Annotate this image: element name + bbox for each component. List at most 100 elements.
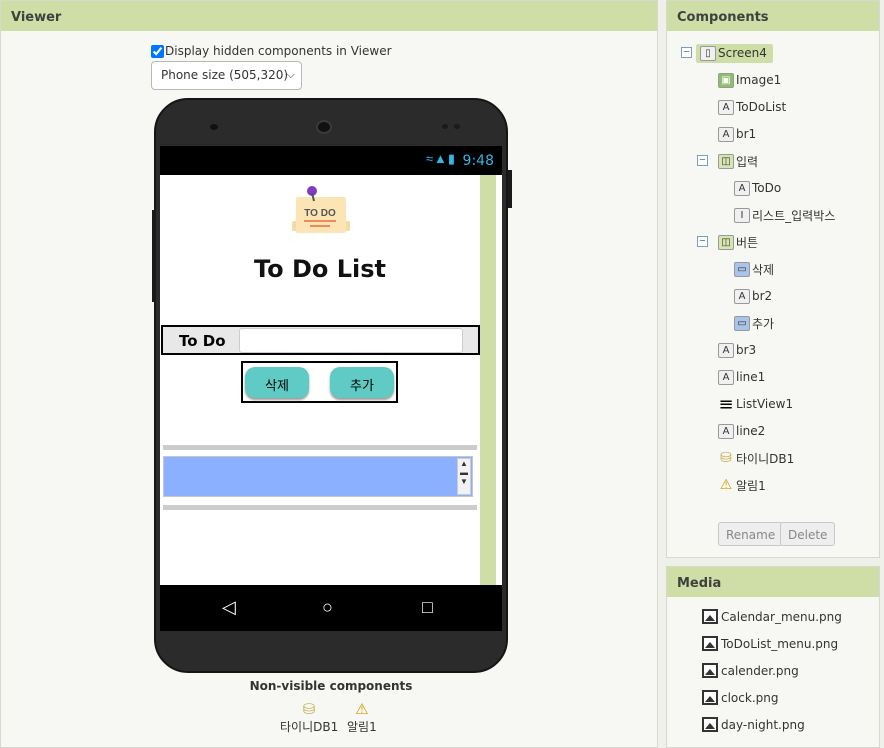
- listview-icon: ≡: [718, 393, 734, 415]
- media-file[interactable]: ToDoList_menu.png: [702, 636, 838, 651]
- tree-item-label: 리스트_입력박스: [752, 208, 836, 223]
- label-icon: A: [734, 288, 750, 304]
- tree-item[interactable]: ≡ ListView1: [718, 393, 794, 415]
- database-icon: ⛁: [720, 450, 732, 466]
- tree-item[interactable]: ▭ 추가: [734, 314, 774, 332]
- listview-scrollbar[interactable]: ▲ ▬ ▼: [457, 458, 471, 495]
- tree-item-label: 입력: [736, 154, 759, 169]
- nonvisible-label: 타이니DB1: [280, 720, 339, 734]
- button-icon: ▭: [734, 315, 750, 331]
- phone-size-value: Phone size (505,320): [161, 68, 289, 82]
- phone-screen: TO DO To Do List To Do 삭제 추가 ▲ ▬ ▼: [160, 175, 502, 585]
- tree-item-label: ListView1: [736, 397, 794, 411]
- tree-item-label: br1: [736, 127, 757, 141]
- collapse-toggle-icon[interactable]: −: [697, 236, 708, 247]
- tree-item[interactable]: ▣ Image1: [718, 71, 781, 89]
- nonvisible-tinydb[interactable]: ⛁ 타이니DB1: [280, 700, 338, 735]
- warning-icon: ⚠: [719, 477, 733, 493]
- todo-image-text: TO DO: [304, 208, 336, 219]
- tree-item-label: 삭제: [752, 262, 775, 277]
- image-icon: ▣: [718, 72, 734, 88]
- collapse-toggle-icon[interactable]: −: [681, 47, 692, 58]
- sensor-icon: [442, 124, 448, 129]
- display-hidden-checkbox[interactable]: Display hidden components in Viewer: [151, 44, 392, 58]
- tree-item-label: line1: [736, 370, 766, 384]
- media-file[interactable]: calender.png: [702, 663, 799, 678]
- todo-label: To Do: [179, 332, 226, 350]
- add-button[interactable]: 추가: [330, 367, 394, 398]
- status-bar: ≈▲▮ 9:48: [160, 146, 502, 175]
- label-icon: A: [718, 99, 734, 115]
- phone-side-button: [508, 170, 512, 208]
- tree-item[interactable]: ▯ Screen4: [696, 43, 773, 63]
- database-icon: ⛁: [302, 700, 316, 718]
- arrangement-icon: ◫: [718, 234, 734, 250]
- tree-item[interactable]: Aline2: [718, 422, 765, 440]
- nonvisible-notifier[interactable]: ⚠ 알림1: [347, 700, 377, 735]
- tree-item[interactable]: A ToDo: [734, 179, 781, 197]
- image-file-icon: [702, 717, 718, 732]
- todo-list-title: To Do List: [253, 255, 387, 283]
- media-title: Media: [667, 567, 879, 597]
- rename-button[interactable]: Rename: [718, 522, 784, 546]
- input-arrangement: To Do: [161, 325, 480, 355]
- media-file-label: Calendar_menu.png: [721, 609, 842, 624]
- tree-item[interactable]: ◫ 입력: [718, 152, 758, 170]
- components-title: Components: [667, 1, 879, 31]
- tree-item[interactable]: ▭ 삭제: [734, 260, 774, 278]
- collapse-toggle-icon[interactable]: −: [697, 155, 708, 166]
- recents-icon[interactable]: □: [422, 597, 433, 618]
- phone-top-bezel: [156, 100, 506, 146]
- delete-button[interactable]: 삭제: [245, 367, 309, 398]
- image-file-icon: [702, 690, 718, 705]
- nonvisible-label: 알림1: [347, 720, 377, 734]
- button-arrangement: 삭제 추가: [241, 361, 398, 403]
- button-icon: ▭: [734, 261, 750, 277]
- media-file[interactable]: day-night.png: [702, 717, 805, 732]
- tree-item[interactable]: Abr2: [734, 287, 772, 305]
- tree-item-label: line2: [736, 424, 766, 438]
- tree-item[interactable]: A ToDoList: [718, 98, 786, 116]
- viewer-title: Viewer: [1, 1, 657, 31]
- tree-item[interactable]: Abr1: [718, 125, 756, 143]
- todo-image[interactable]: TO DO: [288, 185, 352, 245]
- tree-item-label: br2: [752, 289, 773, 303]
- display-hidden-checkbox-input[interactable]: [151, 44, 164, 58]
- tree-item[interactable]: Abr3: [718, 341, 756, 359]
- tree-item-label: 추가: [752, 316, 775, 331]
- wifi-signal-battery-icons: ≈▲▮: [425, 151, 456, 166]
- media-file[interactable]: Calendar_menu.png: [702, 609, 842, 624]
- delete-component-button[interactable]: Delete: [780, 522, 836, 546]
- navigation-bar: ◁ ○ □: [160, 585, 502, 631]
- tree-item-label: 알림1: [736, 478, 766, 493]
- tree-item-label: Image1: [736, 73, 782, 87]
- label-icon: A: [718, 423, 734, 439]
- media-file-label: day-night.png: [721, 717, 805, 732]
- sensor-icon: [454, 124, 460, 129]
- tree-item[interactable]: ⚠ 알림1: [718, 476, 766, 494]
- media-file-label: ToDoList_menu.png: [721, 636, 839, 651]
- media-file-label: clock.png: [721, 690, 779, 705]
- phone-side-button: [152, 210, 156, 302]
- media-file[interactable]: clock.png: [702, 690, 778, 705]
- tree-item[interactable]: ⛁ 타이니DB1: [718, 449, 794, 467]
- textbox-icon: I: [734, 207, 750, 223]
- tree-item[interactable]: I 리스트_입력박스: [734, 206, 835, 224]
- display-hidden-label: Display hidden components in Viewer: [165, 44, 392, 58]
- home-icon[interactable]: ○: [322, 597, 333, 618]
- line1-divider: [163, 445, 477, 450]
- image-file-icon: [702, 663, 718, 678]
- image-file-icon: [702, 636, 718, 651]
- tree-item[interactable]: Aline1: [718, 368, 765, 386]
- status-time: 9:48: [462, 153, 494, 169]
- label-icon: A: [718, 126, 734, 142]
- list-input-textbox[interactable]: [239, 328, 463, 353]
- tree-item-label: ToDo: [752, 181, 782, 195]
- tree-item[interactable]: ◫ 버튼: [718, 233, 758, 251]
- tree-item-label: Screen4: [718, 46, 767, 60]
- chevron-down-icon: ⌵: [286, 68, 295, 81]
- back-icon[interactable]: ◁: [222, 597, 236, 618]
- listview[interactable]: ▲ ▬ ▼: [163, 456, 473, 497]
- tree-item-label: 타이니DB1: [736, 451, 795, 466]
- phone-size-select[interactable]: Phone size (505,320) ⌵: [151, 61, 302, 90]
